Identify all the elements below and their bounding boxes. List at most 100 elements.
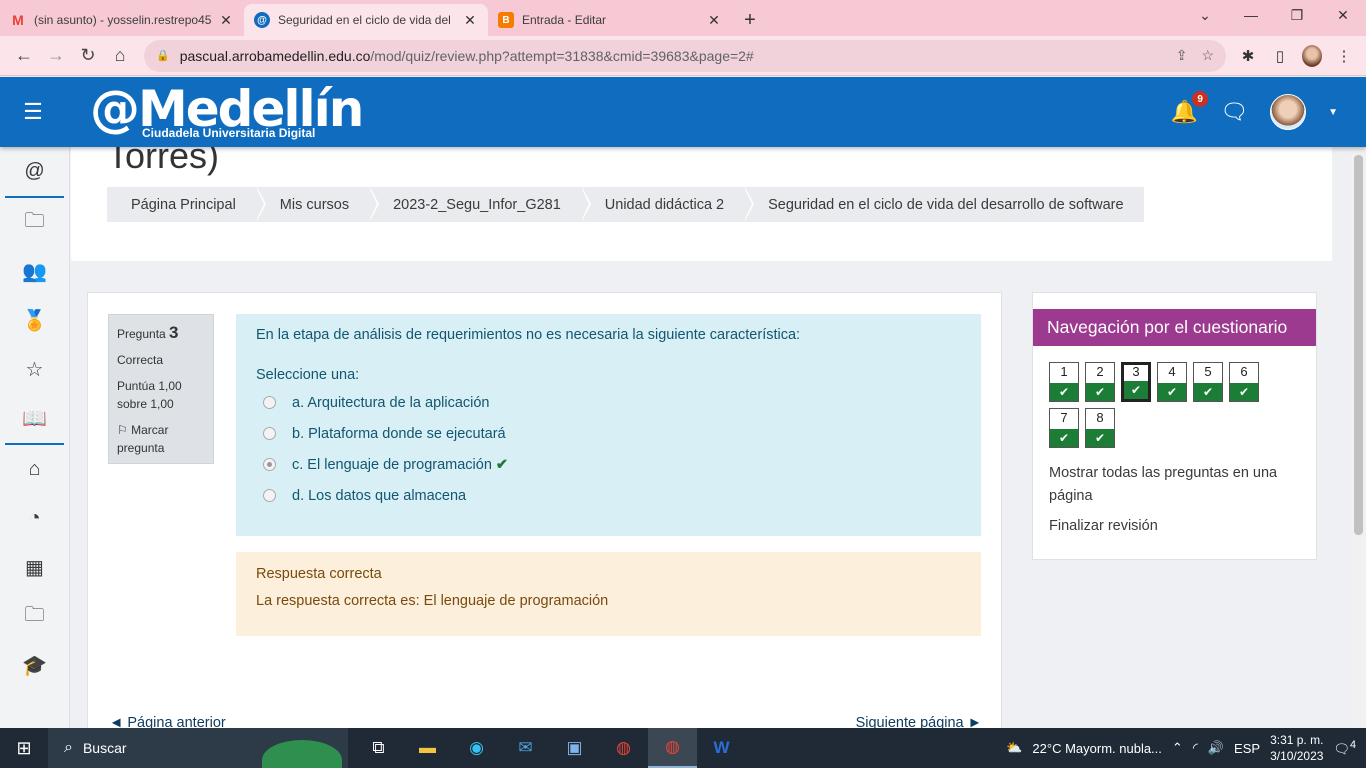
network-icon[interactable]: ◜ xyxy=(1193,740,1198,756)
files-folder-icon[interactable]: 🗀 xyxy=(0,592,69,641)
answer-option-a[interactable]: a. Arquitectura de la aplicación xyxy=(256,387,961,418)
question-content: En la etapa de análisis de requerimiento… xyxy=(236,314,981,536)
side-panel-icon[interactable]: ▯ xyxy=(1270,47,1290,65)
hamburger-menu-icon[interactable]: ☰ xyxy=(0,99,66,125)
bookmark-star-icon[interactable]: ☆ xyxy=(1201,47,1214,64)
chrome-profile-icon[interactable]: ◍ xyxy=(648,728,697,768)
messages-chat-icon[interactable]: 🗨 xyxy=(1220,99,1248,125)
question-button-7[interactable]: 7 ✔ xyxy=(1049,408,1079,448)
graduation-cap-icon[interactable]: 🎓 xyxy=(0,641,69,690)
quiz-navigation-block: Navegación por el cuestionario 1 ✔ 2 ✔ 3 ✔ … xyxy=(1032,292,1317,560)
tab-gmail[interactable]: M (sin asunto) - yosselin.restrepo45 ✕ xyxy=(0,4,244,36)
windows-start-icon[interactable]: ⊞ xyxy=(0,738,48,759)
breadcrumb-item[interactable]: Mis cursos xyxy=(255,187,380,222)
restore-icon[interactable]: ❐ xyxy=(1274,0,1320,30)
breadcrumb-item[interactable]: Unidad didáctica 2 xyxy=(580,187,755,222)
page-scrollbar[interactable] xyxy=(1351,147,1366,728)
radio-b[interactable] xyxy=(263,427,276,440)
radio-a[interactable] xyxy=(263,396,276,409)
close-icon[interactable]: ✕ xyxy=(462,12,478,29)
breadcrumb-item[interactable]: 2023-2_Segu_Infor_G281 xyxy=(369,187,591,222)
chrome-icon[interactable]: ◍ xyxy=(599,728,648,768)
edge-icon[interactable]: ◉ xyxy=(452,728,501,768)
question-button-8[interactable]: 8 ✔ xyxy=(1085,408,1115,448)
at-icon[interactable]: @ xyxy=(0,147,69,196)
answer-option-c[interactable]: c. El lenguaje de programación ✔ xyxy=(256,449,961,480)
close-icon[interactable]: ✕ xyxy=(218,12,234,29)
new-tab-button[interactable]: + xyxy=(732,4,768,36)
question-button-1[interactable]: 1 ✔ xyxy=(1049,362,1079,402)
url-field[interactable]: 🔒 pascual.arrobamedellin.edu.co/mod/quiz… xyxy=(144,39,1226,72)
file-explorer-icon[interactable]: ▬ xyxy=(403,728,452,768)
next-page-link[interactable]: Siguiente página ► xyxy=(856,715,982,728)
windows-taskbar: ⊞ ⌕ Buscar ⧉ ▬ ◉ ✉ ▣ ◍ ◍ W ⛅ 22°C Mayorm… xyxy=(0,728,1366,768)
lock-icon[interactable]: 🔒 xyxy=(156,49,170,62)
notification-center-icon[interactable]: 🗨4 xyxy=(1333,739,1356,757)
radio-c[interactable] xyxy=(263,458,276,471)
dashboard-gauge-icon[interactable]: ◔ xyxy=(0,494,69,543)
notification-badge: 9 xyxy=(1192,91,1209,107)
question-button-2[interactable]: 2 ✔ xyxy=(1085,362,1115,402)
tab-moodle[interactable]: @ Seguridad en el ciclo de vida del ✕ xyxy=(244,4,488,36)
finish-review-link[interactable]: Finalizar revisión xyxy=(1049,515,1300,538)
scrollbar-thumb[interactable] xyxy=(1354,155,1363,535)
quiz-navigation-title: Navegación por el cuestionario xyxy=(1033,309,1316,346)
question-button-4[interactable]: 4 ✔ xyxy=(1157,362,1187,402)
weather-icon[interactable]: ⛅ xyxy=(1006,740,1022,756)
home-icon[interactable]: ⌂ xyxy=(104,40,136,72)
site-logo[interactable]: @Medellín Ciudadela Universitaria Digita… xyxy=(90,84,364,140)
header-actions: 🔔 9 🗨 ▼ xyxy=(1171,77,1338,147)
user-menu-caret-icon[interactable]: ▼ xyxy=(1328,107,1338,118)
taskbar-apps: ⧉ ▬ ◉ ✉ ▣ ◍ ◍ W xyxy=(354,728,746,768)
calendar-icon[interactable]: ▦ xyxy=(0,543,69,592)
question-button-number: 6 xyxy=(1240,364,1248,379)
close-icon[interactable]: ✕ xyxy=(706,12,722,29)
select-prompt: Seleccione una: xyxy=(256,367,360,383)
folder-icon[interactable]: 🗀 xyxy=(0,198,69,247)
profile-avatar[interactable] xyxy=(1302,44,1322,67)
answered-correct-icon: ✔ xyxy=(1230,383,1258,401)
tray-chevron-icon[interactable]: ⌃ xyxy=(1172,740,1183,756)
language-indicator[interactable]: ESP xyxy=(1234,741,1260,756)
task-view-icon[interactable]: ⧉ xyxy=(354,728,403,768)
taskbar-search[interactable]: ⌕ Buscar xyxy=(48,728,348,768)
weather-text[interactable]: 22°C Mayorm. nubla... xyxy=(1032,741,1161,756)
breadcrumb-item[interactable]: Seguridad en el ciclo de vida del desarr… xyxy=(744,187,1144,222)
clock[interactable]: 3:31 p. m. 3/10/2023 xyxy=(1270,732,1323,764)
home-rail-icon[interactable]: ⌂ xyxy=(0,445,69,494)
radio-d[interactable] xyxy=(263,489,276,502)
menu-kebab-icon[interactable]: ⋮ xyxy=(1334,47,1354,65)
reload-icon[interactable]: ↻ xyxy=(72,40,104,72)
user-avatar[interactable] xyxy=(1270,94,1307,130)
tab-search-icon[interactable]: ⌄ xyxy=(1182,0,1228,30)
notifications-bell-icon[interactable]: 🔔 9 xyxy=(1171,91,1209,125)
store-icon[interactable]: ▣ xyxy=(550,728,599,768)
question-button-6[interactable]: 6 ✔ xyxy=(1229,362,1259,402)
show-all-questions-link[interactable]: Mostrar todas las preguntas en una págin… xyxy=(1049,462,1300,508)
extensions-icon[interactable]: ✱ xyxy=(1238,47,1258,65)
close-window-icon[interactable]: ✕ xyxy=(1320,0,1366,30)
answer-option-d[interactable]: d. Los datos que almacena xyxy=(256,480,961,511)
back-icon[interactable]: ← xyxy=(8,40,40,72)
question-button-5[interactable]: 5 ✔ xyxy=(1193,362,1223,402)
notification-center-count: 4 xyxy=(1349,738,1356,751)
question-button-3[interactable]: 3 ✔ xyxy=(1121,362,1151,402)
badge-icon[interactable]: 🏅 xyxy=(0,296,69,345)
omnibox-actions: ⇪ ☆ xyxy=(1176,47,1214,64)
volume-icon[interactable]: 🔊 xyxy=(1208,740,1224,756)
forward-icon[interactable]: → xyxy=(40,40,72,72)
previous-page-link[interactable]: ◄ Página anterior xyxy=(109,715,226,728)
mail-icon[interactable]: ✉ xyxy=(501,728,550,768)
minimize-icon[interactable]: — xyxy=(1228,0,1274,30)
word-icon[interactable]: W xyxy=(697,728,746,768)
answered-correct-icon: ✔ xyxy=(1124,381,1148,399)
participants-icon[interactable]: 👥 xyxy=(0,247,69,296)
flag-icon: ⚐ xyxy=(117,423,128,437)
book-icon[interactable]: 📖 xyxy=(0,394,69,443)
answer-option-b[interactable]: b. Plataforma donde se ejecutará xyxy=(256,418,961,449)
flag-question-link[interactable]: ⚐ Marcar pregunta xyxy=(117,421,205,457)
tab-blogger[interactable]: B Entrada - Editar ✕ xyxy=(488,4,732,36)
breadcrumb-item[interactable]: Página Principal xyxy=(107,187,266,222)
share-icon[interactable]: ⇪ xyxy=(1176,47,1188,64)
star-icon[interactable]: ☆ xyxy=(0,345,69,394)
